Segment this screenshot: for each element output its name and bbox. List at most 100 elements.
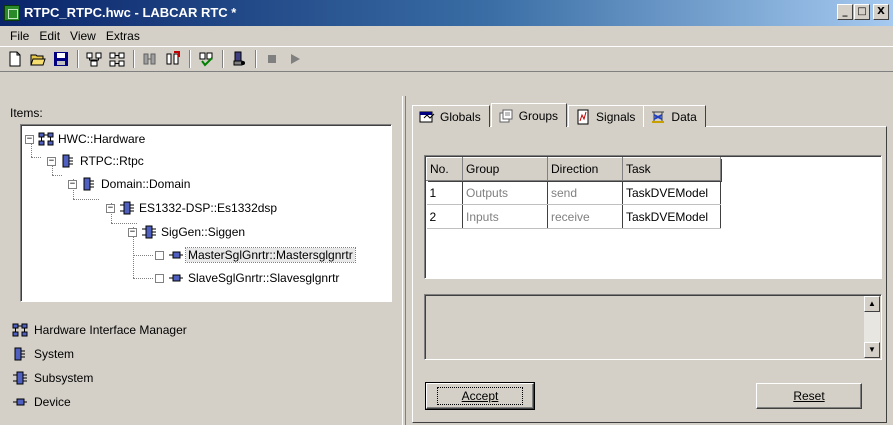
groups-grid[interactable]: No. Group Direction Task 1 Outputs send … (424, 155, 882, 279)
toolbar-separator (255, 50, 257, 68)
tree-toggle[interactable]: − (68, 179, 77, 189)
hierarchy-icon[interactable] (83, 48, 105, 70)
vertical-scrollbar[interactable]: ▲ ▼ (864, 296, 880, 358)
tree-toggle (155, 250, 164, 260)
tab-data[interactable]: Data (643, 105, 706, 127)
tab-strip: Globals Groups Signals Data (412, 103, 706, 127)
tree-item-siggen[interactable]: − SigGen::Siggen (128, 223, 247, 241)
column-header-group[interactable]: Group (462, 157, 548, 181)
maximize-button[interactable]: □ (854, 4, 870, 20)
toolbar-separator (189, 50, 191, 68)
hierarchy-alt-icon[interactable] (106, 48, 128, 70)
tree-toggle[interactable]: − (47, 156, 56, 166)
table-row[interactable]: 2 Inputs receive TaskDVEModel (426, 204, 721, 229)
tree-item-label: SlaveSglGnrtr::Slavesglgnrtr (188, 271, 340, 285)
cell-task[interactable]: TaskDVEModel (622, 180, 721, 205)
legend-label: System (34, 347, 75, 361)
window-controls: _ □ X (837, 4, 889, 20)
legend-device: Device (12, 390, 187, 414)
subsystem-icon (119, 201, 135, 215)
menu-edit[interactable]: Edit (35, 29, 66, 43)
legend-label: Subsystem (34, 371, 94, 385)
column-header-no[interactable]: No. (426, 157, 463, 181)
tab-globals[interactable]: Globals (412, 105, 490, 127)
cell-direction[interactable]: receive (547, 204, 623, 229)
cell-task[interactable]: TaskDVEModel (622, 204, 721, 229)
tree-item-label: HWC::Hardware (58, 132, 146, 146)
accept-button[interactable]: Accept (425, 382, 535, 410)
tab-label: Globals (440, 109, 481, 124)
check-icon[interactable] (195, 48, 217, 70)
device-icon (168, 271, 184, 285)
stop-icon[interactable] (261, 48, 283, 70)
tree-item-hardware[interactable]: − HWC::Hardware (25, 130, 147, 148)
message-area[interactable]: ▲ ▼ (424, 294, 882, 360)
minimize-button[interactable]: _ (837, 4, 853, 20)
tab-groups[interactable]: Groups (490, 103, 568, 127)
scroll-down-icon[interactable]: ▼ (864, 342, 880, 358)
tree-item-slave-signal-generator[interactable]: SlaveSglGnrtr::Slavesglgnrtr (155, 269, 341, 287)
tree-toggle (155, 273, 164, 283)
export-icon[interactable] (162, 48, 184, 70)
hardware-icon (38, 132, 54, 146)
cell-no[interactable]: 2 (426, 204, 463, 229)
connect-icon[interactable] (228, 48, 250, 70)
device-icon (168, 248, 184, 262)
cell-group[interactable]: Outputs (462, 180, 548, 205)
tree-item-rtpc[interactable]: − RTPC::Rtpc (47, 152, 146, 170)
play-icon[interactable] (284, 48, 306, 70)
title-bar[interactable]: RTPC_RTPC.hwc - LABCAR RTC * _ □ X (0, 0, 893, 26)
toolbar-separator (77, 50, 79, 68)
tree-toggle[interactable]: − (25, 134, 34, 144)
menu-file[interactable]: File (6, 29, 35, 43)
items-label: Items: (10, 106, 43, 120)
tab-label: Signals (596, 109, 636, 124)
menu-bar: File Edit View Extras (0, 26, 893, 46)
hardware-icon (12, 323, 28, 337)
globals-icon (419, 111, 435, 122)
tree-toggle[interactable]: − (106, 203, 115, 213)
groups-table: No. Group Direction Task 1 Outputs send … (426, 157, 721, 229)
tree-item-master-signal-generator[interactable]: MasterSglGnrtr::Mastersglgnrtr (155, 246, 356, 264)
save-icon[interactable] (50, 48, 72, 70)
table-row[interactable]: 1 Outputs send TaskDVEModel (426, 180, 721, 205)
tree-toggle[interactable]: − (128, 227, 137, 237)
toolbar-separator (222, 50, 224, 68)
cell-group[interactable]: Inputs (462, 204, 548, 229)
column-header-task[interactable]: Task (622, 157, 721, 181)
tab-signals[interactable]: Signals (568, 105, 645, 127)
menu-view[interactable]: View (66, 29, 102, 43)
legend-hardware: Hardware Interface Manager (12, 318, 187, 342)
cell-direction[interactable]: send (547, 180, 623, 205)
tab-label: Data (671, 109, 697, 124)
tree-item-label: SigGen::Siggen (161, 225, 246, 239)
toolbar (0, 46, 893, 72)
legend-label: Hardware Interface Manager (34, 323, 187, 337)
tree-item-domain[interactable]: − Domain::Domain (68, 175, 192, 193)
hardware-tree[interactable]: − HWC::Hardware − RTPC::Rtpc − Domain::D… (20, 124, 392, 302)
tree-item-label: MasterSglGnrtr::Mastersglgnrtr (185, 247, 356, 263)
legend-label: Device (34, 395, 71, 409)
tree-item-label: RTPC::Rtpc (80, 154, 144, 168)
menu-extras[interactable]: Extras (102, 29, 146, 43)
subsystem-icon (12, 371, 28, 385)
reset-button-label: Reset (793, 389, 825, 403)
reset-button[interactable]: Reset (756, 383, 862, 409)
system-icon (12, 347, 28, 361)
column-header-direction[interactable]: Direction (547, 157, 623, 181)
data-icon (652, 111, 665, 123)
panel-splitter[interactable] (402, 96, 406, 425)
open-folder-icon[interactable] (27, 48, 49, 70)
legend-subsystem: Subsystem (12, 366, 187, 390)
cell-no[interactable]: 1 (426, 180, 463, 205)
app-icon (4, 5, 20, 21)
tab-label: Groups (518, 108, 559, 123)
scroll-up-icon[interactable]: ▲ (864, 296, 880, 312)
groups-icon (499, 109, 513, 122)
close-button[interactable]: X (873, 4, 889, 20)
new-file-icon[interactable] (4, 48, 26, 70)
config-icon[interactable] (139, 48, 161, 70)
device-icon (12, 395, 28, 409)
tree-item-es1332[interactable]: − ES1332-DSP::Es1332dsp (106, 199, 279, 217)
signals-icon (577, 109, 589, 124)
